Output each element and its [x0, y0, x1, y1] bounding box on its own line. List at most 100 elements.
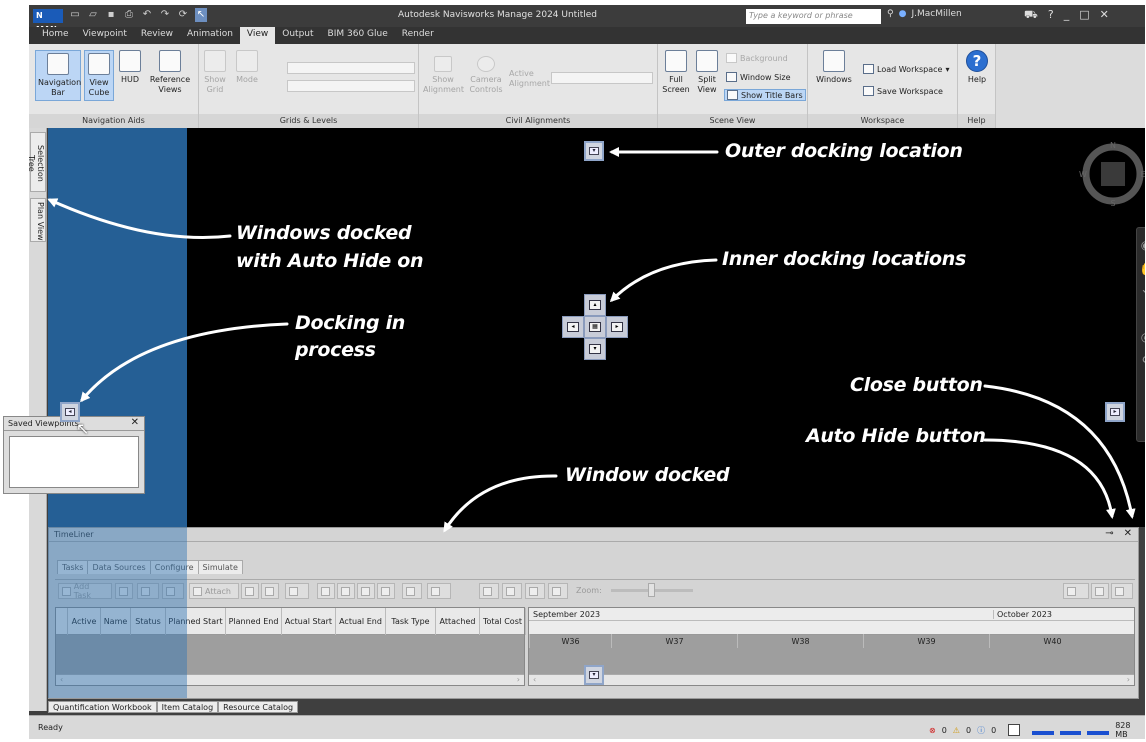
minimize-button[interactable]: _	[1064, 8, 1070, 23]
settings-button[interactable]	[1111, 583, 1133, 599]
steering-wheel-icon[interactable]: ◉	[1139, 238, 1145, 252]
tab-render[interactable]: Render	[395, 27, 441, 44]
zoom-icon[interactable]: ↘	[1139, 286, 1145, 300]
camera-controls-button[interactable]: Camera Controls	[467, 56, 505, 95]
gantt-view-4-button[interactable]	[548, 583, 568, 599]
mode-button[interactable]: Mode	[234, 50, 260, 85]
scroll-right-icon[interactable]: ›	[1127, 675, 1130, 684]
search-input[interactable]: Type a keyword or phrase	[746, 9, 881, 24]
new-file-icon[interactable]: ▭	[69, 8, 81, 22]
orbit-icon[interactable]: ◎	[1139, 330, 1145, 344]
hud-button[interactable]: HUD	[118, 50, 142, 85]
tab-view[interactable]: View	[239, 27, 276, 44]
tab-simulate[interactable]: Simulate	[197, 560, 243, 574]
windows-button[interactable]: Windows	[814, 50, 854, 85]
active-alignment-combo[interactable]	[551, 72, 653, 84]
tab-home[interactable]: Home	[35, 27, 76, 44]
outer-dock-top-indicator[interactable]: ▾	[584, 141, 604, 161]
columns-button[interactable]	[427, 583, 451, 599]
grid-combo-2[interactable]	[287, 80, 415, 92]
saved-viewpoints-list[interactable]	[9, 436, 139, 488]
select-icon[interactable]: ↖	[195, 8, 207, 22]
grid-combo-1[interactable]	[287, 62, 415, 74]
column-header[interactable]: Actual End	[336, 608, 386, 635]
gantt-scrollbar[interactable]: ‹ ›	[529, 674, 1134, 685]
export-button[interactable]	[1063, 583, 1089, 599]
tab-selection-tree[interactable]: Selection Tree	[29, 132, 46, 192]
column-header[interactable]: Attached	[436, 608, 480, 635]
outer-dock-right-indicator[interactable]: ▸	[1105, 402, 1125, 422]
zoom-slider-thumb[interactable]	[648, 583, 655, 597]
redo-icon[interactable]: ↷	[159, 8, 171, 22]
column-header[interactable]: Total Cost	[480, 608, 526, 635]
filter-button[interactable]	[261, 583, 279, 599]
tab-resource-catalog[interactable]: Resource Catalog	[218, 701, 299, 713]
find-button[interactable]	[285, 583, 309, 599]
import-button[interactable]	[1091, 583, 1109, 599]
reference-views-button[interactable]: Reference Views	[148, 50, 192, 95]
saved-viewpoints-window[interactable]: Saved Viewpoints ✕	[3, 416, 145, 494]
save-workspace-button[interactable]: Save Workspace	[863, 86, 943, 96]
outer-dock-bottom-indicator[interactable]: ▾	[584, 665, 604, 685]
tab-plan-view[interactable]: Plan View	[30, 198, 46, 242]
undo-icon[interactable]: ↶	[141, 8, 153, 22]
tab-animation[interactable]: Animation	[180, 27, 240, 44]
auto-hide-button[interactable]: ⊸	[1105, 528, 1113, 539]
gantt-chart[interactable]: September 2023 October 2023 W36 W37 W38 …	[528, 607, 1135, 686]
inner-dock-top[interactable]: ▴	[584, 294, 606, 316]
warning-icon[interactable]: ⚠	[953, 726, 960, 735]
close-button[interactable]: ✕	[1124, 528, 1132, 539]
open-file-icon[interactable]: ▱	[87, 8, 99, 22]
pan-icon[interactable]: ✋	[1139, 262, 1145, 276]
help-icon[interactable]: ?	[1048, 8, 1054, 23]
comment-button[interactable]	[402, 583, 422, 599]
column-header[interactable]: Task Type	[386, 608, 436, 635]
navigation-bar-button[interactable]: Navigation Bar	[35, 50, 81, 101]
tab-review[interactable]: Review	[134, 27, 180, 44]
background-button[interactable]: Background	[726, 53, 788, 63]
split-view-button[interactable]: Split View	[694, 50, 720, 95]
tab-quantification-workbook[interactable]: Quantification Workbook	[48, 701, 157, 713]
inner-dock-center[interactable]: ▦	[584, 316, 606, 338]
view-cube-button[interactable]: View Cube	[84, 50, 114, 101]
inner-dock-right[interactable]: ▸	[606, 316, 628, 338]
show-grid-button[interactable]: Show Grid	[202, 50, 228, 95]
scroll-right-icon[interactable]: ›	[517, 675, 520, 684]
cart-icon[interactable]: ⛟	[1024, 8, 1038, 23]
print-icon[interactable]: ⎙	[123, 8, 135, 22]
load-workspace-button[interactable]: Load Workspace ▾	[863, 64, 949, 74]
window-size-button[interactable]: Window Size	[726, 72, 791, 82]
column-header[interactable]: Actual Start	[282, 608, 336, 635]
gantt-view-3-button[interactable]	[525, 583, 545, 599]
gantt-view-2-button[interactable]	[502, 583, 522, 599]
tab-output[interactable]: Output	[275, 27, 320, 44]
attach-button[interactable]: Attach	[189, 583, 239, 599]
help-button[interactable]: ? Help	[963, 50, 991, 85]
error-icon[interactable]: ⊗	[929, 726, 936, 735]
save-icon[interactable]: ▪	[105, 8, 117, 22]
sheet-browser-icon[interactable]	[1008, 724, 1021, 736]
indent-button[interactable]	[337, 583, 355, 599]
user-name[interactable]: J.MacMillen	[911, 9, 961, 19]
compass-icon[interactable]: N W E S	[1079, 140, 1145, 208]
tab-item-catalog[interactable]: Item Catalog	[156, 701, 219, 713]
move-up-button[interactable]	[357, 583, 375, 599]
close-window-button[interactable]: ✕	[1100, 8, 1109, 23]
rules-button[interactable]	[241, 583, 259, 599]
binoculars-icon[interactable]: ⚲	[887, 9, 894, 19]
show-title-bars-button[interactable]: Show Title Bars	[724, 89, 806, 101]
refresh-icon[interactable]: ⟳	[177, 8, 189, 22]
maximize-button[interactable]: □	[1079, 8, 1089, 23]
move-down-button[interactable]	[377, 583, 395, 599]
column-header[interactable]: Planned End	[226, 608, 282, 635]
gantt-view-1-button[interactable]	[479, 583, 499, 599]
inner-dock-bottom[interactable]: ▾	[584, 338, 606, 360]
tab-bim360[interactable]: BIM 360 Glue	[321, 27, 395, 44]
scroll-left-icon[interactable]: ‹	[533, 675, 536, 684]
outdent-button[interactable]	[317, 583, 335, 599]
info-icon[interactable]: ⓘ	[977, 725, 985, 736]
inner-dock-left[interactable]: ◂	[562, 316, 584, 338]
walk-icon[interactable]: ⚲	[1139, 354, 1145, 368]
full-screen-button[interactable]: Full Screen	[661, 50, 691, 95]
show-alignment-button[interactable]: Show Alignment	[423, 56, 464, 95]
